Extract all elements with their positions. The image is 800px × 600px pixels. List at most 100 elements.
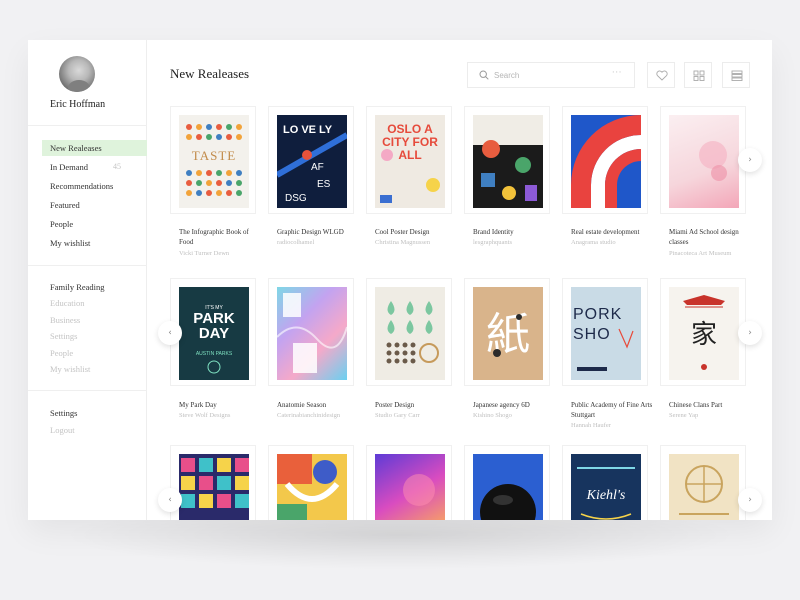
book-cover[interactable] <box>669 454 739 520</box>
book-card[interactable]: 家 <box>660 278 746 386</box>
book-cover[interactable] <box>277 454 347 520</box>
sidebar-item-in-demand[interactable]: In Demand 45 <box>42 159 147 175</box>
book-author[interactable]: Kishino Shogo <box>473 411 555 421</box>
row2-prev-arrow[interactable]: ‹ <box>158 321 182 345</box>
book-author[interactable]: Christina Magnussen <box>375 238 457 248</box>
sidebar-divider <box>28 265 147 266</box>
book-card[interactable]: 紙 <box>464 278 550 386</box>
book-cover[interactable] <box>277 287 347 380</box>
more-options-icon[interactable]: ··· <box>612 68 622 78</box>
book-author[interactable]: Anagrama studio <box>571 238 653 248</box>
book-card[interactable] <box>366 445 452 520</box>
book-card[interactable] <box>366 278 452 386</box>
book-card[interactable] <box>170 445 256 520</box>
sidebar-item-family-reading[interactable]: Family Reading <box>42 279 147 295</box>
sidebar-item-settings[interactable]: Settings <box>42 405 147 421</box>
grid-icon <box>693 70 705 81</box>
sidebar-item-label: In Demand <box>50 162 89 172</box>
sidebar-item-people[interactable]: People <box>42 216 147 232</box>
svg-text:DSG: DSG <box>285 193 307 204</box>
book-card[interactable]: IT'S MY PARK DAY AUSTIN PARKS <box>170 278 256 386</box>
book-card[interactable] <box>562 106 648 214</box>
sidebar: Eric Hoffman New Realeases In Demand 45 … <box>28 40 147 520</box>
book-card[interactable] <box>660 106 746 214</box>
row3-prev-arrow[interactable]: ‹ <box>158 488 182 512</box>
book-cover[interactable] <box>571 115 641 208</box>
book-cover[interactable] <box>375 454 445 520</box>
row3-next-arrow[interactable]: › <box>738 488 762 512</box>
avatar[interactable] <box>59 56 95 92</box>
wishlist-button[interactable] <box>647 62 675 88</box>
sidebar-item-education[interactable]: Education <box>42 295 147 311</box>
cover-title: Kiehl's <box>586 488 626 503</box>
book-card[interactable]: OSLO A CITY FOR ALL <box>366 106 452 214</box>
book-cover[interactable]: IT'S MY PARK DAY AUSTIN PARKS <box>179 287 249 380</box>
search-box[interactable]: ··· <box>467 62 635 88</box>
book-cover[interactable] <box>179 454 249 520</box>
book-title[interactable]: My Park Day <box>179 400 261 410</box>
book-title[interactable]: Public Academy of Fine Arts Stuttgart <box>571 400 653 420</box>
book-title[interactable]: Poster Design <box>375 400 457 410</box>
svg-text:AUSTIN PARKS: AUSTIN PARKS <box>196 351 233 357</box>
search-input[interactable] <box>494 68 604 82</box>
cover-title: TASTE <box>192 148 236 163</box>
book-title[interactable]: Graphic Design WLGD <box>277 227 359 237</box>
row1-next-arrow[interactable]: › <box>738 148 762 172</box>
sidebar-item-business[interactable]: Business <box>42 312 147 328</box>
user-name: Eric Hoffman <box>50 99 106 110</box>
sidebar-item-recommendations[interactable]: Recommendations <box>42 178 147 194</box>
book-card[interactable] <box>464 106 550 214</box>
book-cover[interactable]: 家 <box>669 287 739 380</box>
book-author[interactable]: Steve Wolf Designs <box>179 411 261 421</box>
book-title[interactable]: Chinese Clans Part <box>669 400 751 410</box>
book-author[interactable]: Hannah Haufer <box>571 421 653 431</box>
book-author[interactable]: Caterinabianchinidesign <box>277 411 359 421</box>
book-card[interactable] <box>464 445 550 520</box>
book-card[interactable]: PORK SHO <box>562 278 648 386</box>
svg-text:ES: ES <box>317 179 331 190</box>
book-author[interactable]: Vicki Turner Dewn <box>179 249 261 259</box>
book-title[interactable]: Anatomie Season <box>277 400 359 410</box>
book-cover[interactable]: PORK SHO <box>571 287 641 380</box>
sidebar-item-settings-muted[interactable]: Settings <box>42 328 147 344</box>
sidebar-item-logout[interactable]: Logout <box>42 422 147 438</box>
sidebar-item-featured[interactable]: Featured <box>42 197 147 213</box>
book-cover[interactable]: TASTE <box>179 115 249 208</box>
book-cover[interactable]: OSLO A CITY FOR ALL <box>375 115 445 208</box>
cover-title: LO VE LY <box>283 124 333 136</box>
book-author[interactable]: Studio Gary Carr <box>375 411 457 421</box>
book-card[interactable] <box>660 445 746 520</box>
sidebar-divider <box>28 125 147 126</box>
book-author[interactable]: Pinacoteca Art Museum <box>669 249 751 259</box>
book-title[interactable]: Cool Poster Design <box>375 227 457 237</box>
cover-title: PARK DAY <box>193 311 235 342</box>
book-cover[interactable] <box>473 454 543 520</box>
row2-next-arrow[interactable]: › <box>738 321 762 345</box>
cover-title: 家 <box>691 320 717 350</box>
book-cover[interactable] <box>669 115 739 208</box>
book-cover[interactable] <box>473 115 543 208</box>
sidebar-item-people-muted[interactable]: People <box>42 345 147 361</box>
sidebar-item-my-wishlist[interactable]: My wishlist <box>42 235 147 251</box>
book-card[interactable] <box>268 278 354 386</box>
book-cover[interactable]: 紙 <box>473 287 543 380</box>
book-title[interactable]: Brand Identity <box>473 227 555 237</box>
book-card[interactable]: Kiehl's <box>562 445 648 520</box>
book-card[interactable]: TASTE <box>170 106 256 214</box>
book-title[interactable]: The Infographic Book of Food <box>179 227 261 247</box>
book-card[interactable]: LO VE LY AF ES DSG <box>268 106 354 214</box>
sidebar-item-wishlist-muted[interactable]: My wishlist <box>42 361 147 377</box>
book-title[interactable]: Japanese agency 6D <box>473 400 555 410</box>
book-title[interactable]: Miami Ad School design classes <box>669 227 751 247</box>
list-view-button[interactable] <box>722 62 750 88</box>
grid-view-button[interactable] <box>684 62 712 88</box>
book-author[interactable]: radiocolhamel <box>277 238 359 248</box>
book-card[interactable] <box>268 445 354 520</box>
book-cover[interactable] <box>375 287 445 380</box>
book-author[interactable]: Serene Yap <box>669 411 751 421</box>
book-author[interactable]: lesgraphquants <box>473 238 555 248</box>
book-title[interactable]: Real estate development <box>571 227 653 237</box>
book-cover[interactable]: LO VE LY AF ES DSG <box>277 115 347 208</box>
book-cover[interactable]: Kiehl's <box>571 454 641 520</box>
sidebar-item-new-releases[interactable]: New Realeases <box>42 140 147 156</box>
